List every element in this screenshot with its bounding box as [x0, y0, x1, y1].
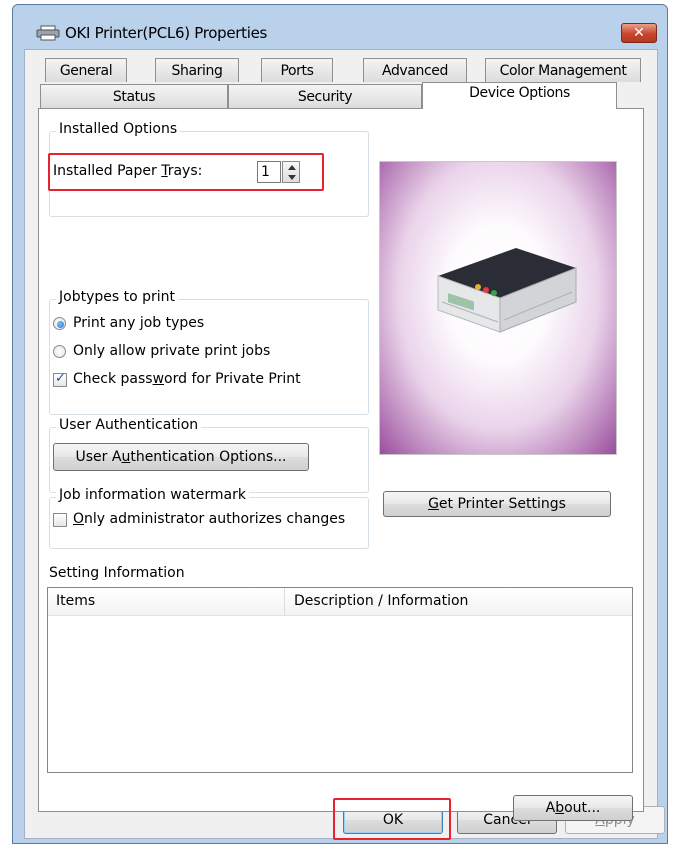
close-icon: ✕: [633, 25, 645, 41]
window-title: OKI Printer(PCL6) Properties: [65, 24, 268, 42]
tab-general[interactable]: General: [45, 58, 127, 82]
tab-status[interactable]: Status: [40, 84, 228, 108]
user-auth-options-button[interactable]: User Authentication Options...: [53, 443, 309, 471]
tab-label: General: [59, 63, 113, 79]
tab-label: Ports: [280, 63, 314, 79]
tab-security[interactable]: Security: [228, 84, 422, 108]
tab-label: Device Options: [469, 85, 570, 101]
setting-info-title: Setting Information: [49, 565, 185, 581]
tab-label: Color Management: [499, 63, 627, 79]
check-icon: ✓: [55, 371, 66, 386]
column-separator[interactable]: [284, 588, 285, 616]
installed-options-legend: Installed Options: [56, 121, 181, 137]
watermark-legend: Job information watermark: [56, 487, 250, 503]
tab-label: Security: [297, 89, 353, 105]
user-auth-legend: User Authentication: [56, 417, 202, 433]
printer-image: [379, 161, 617, 455]
jobtypes-legend: Jobtypes to print: [56, 289, 179, 305]
close-button[interactable]: ✕: [621, 23, 657, 43]
setting-info-header: Items Description / Information: [48, 588, 632, 616]
tab-sharing[interactable]: Sharing: [155, 58, 239, 82]
ok-highlight: [333, 798, 451, 840]
printer-icon: [36, 25, 60, 41]
column-header-items[interactable]: Items: [56, 593, 95, 609]
tab-device-options[interactable]: Device Options: [422, 82, 617, 109]
printer-illustration-icon: [437, 248, 577, 333]
tab-color-management[interactable]: Color Management: [485, 58, 641, 82]
watermark-check-label[interactable]: Only administrator authorizes changes: [73, 511, 345, 527]
radio-print-any-label[interactable]: Print any job types: [73, 315, 204, 331]
properties-window: OKI Printer(PCL6) Properties ✕ General S…: [12, 4, 668, 844]
trays-highlight: [48, 153, 324, 191]
tab-label: Sharing: [171, 63, 223, 79]
tab-label: Status: [112, 89, 156, 105]
device-options-panel: Installed Options Installed Paper Trays:…: [38, 108, 644, 821]
tab-ports[interactable]: Ports: [261, 58, 333, 82]
tab-advanced[interactable]: Advanced: [363, 58, 467, 82]
get-printer-settings-button[interactable]: Get Printer Settings: [383, 491, 611, 517]
radio-private-only-label[interactable]: Only allow private print jobs: [73, 343, 270, 359]
watermark-check-box[interactable]: [53, 513, 67, 527]
check-password-label[interactable]: Check password for Private Print: [73, 371, 301, 387]
check-password-box[interactable]: ✓: [53, 371, 67, 387]
setting-info-list[interactable]: Items Description / Information: [47, 587, 633, 773]
radio-private-only[interactable]: [53, 345, 66, 358]
about-button[interactable]: About...: [513, 795, 633, 821]
dialog-client: General Sharing Ports Advanced Color Man…: [24, 49, 665, 840]
tab-label: Advanced: [382, 63, 448, 79]
radio-print-any[interactable]: [53, 317, 66, 330]
column-header-description[interactable]: Description / Information: [294, 593, 468, 609]
